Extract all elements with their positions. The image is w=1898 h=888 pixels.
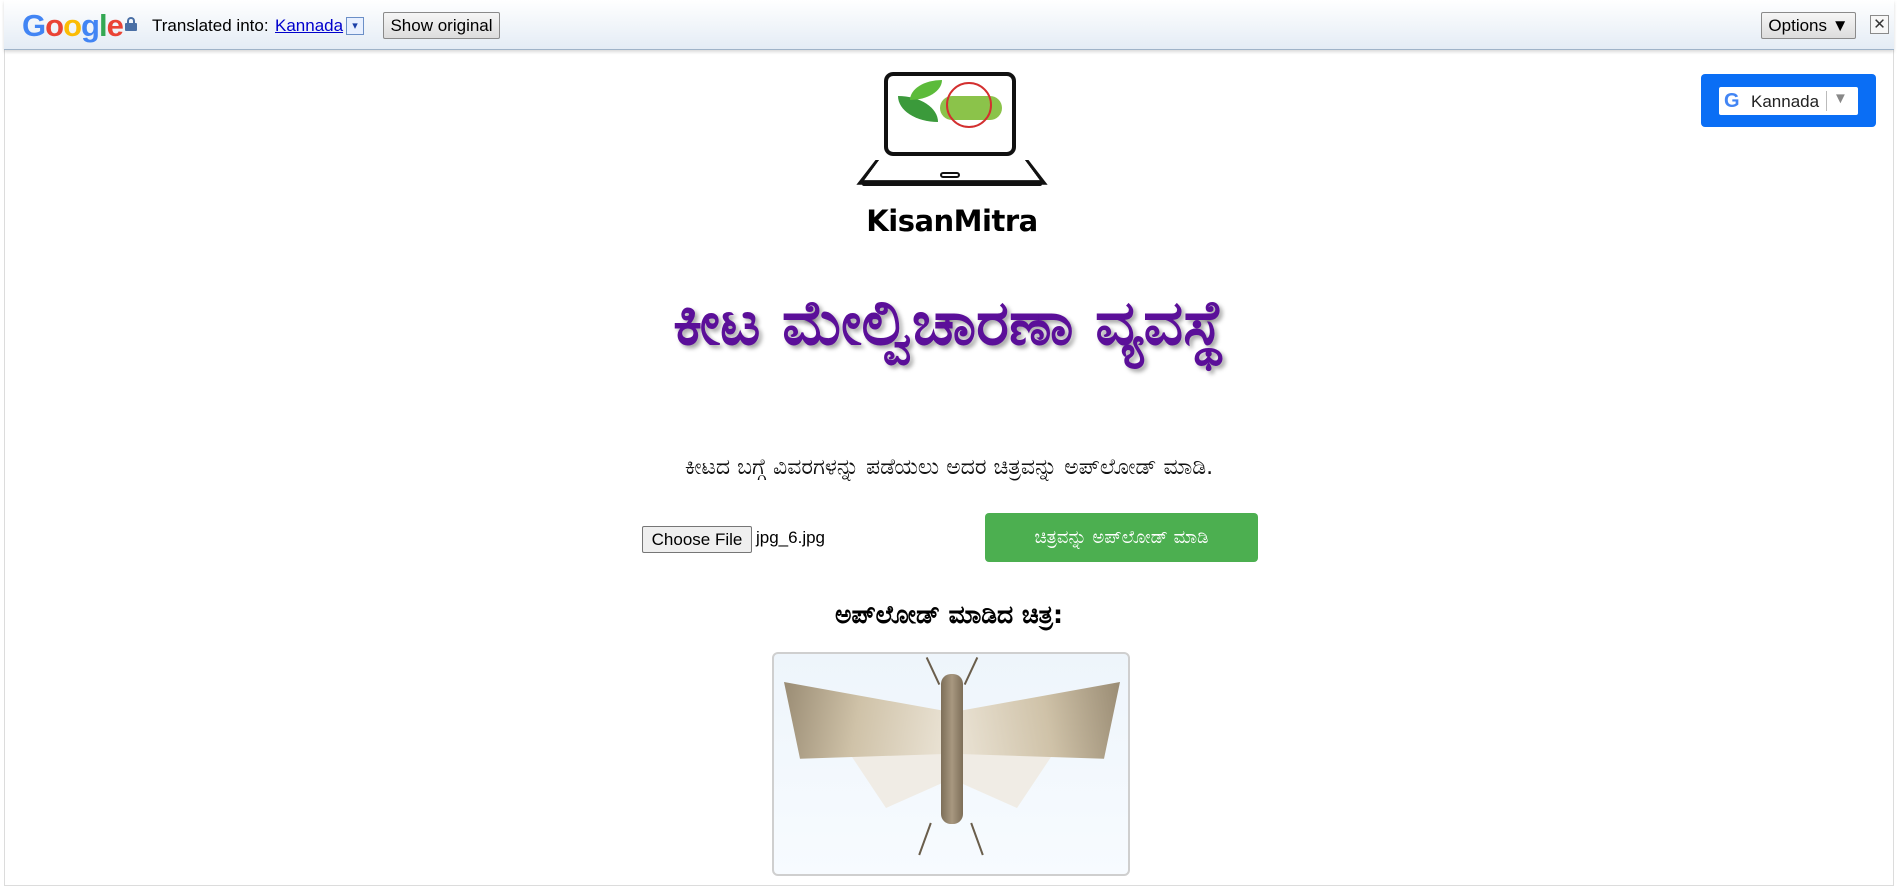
options-button[interactable]: Options ▼ xyxy=(1761,12,1856,39)
uploaded-image xyxy=(772,652,1130,876)
lock-icon xyxy=(125,17,137,31)
google-logo: Google xyxy=(22,8,124,43)
google-g-icon: G xyxy=(1724,90,1740,112)
moth-leg xyxy=(970,822,984,856)
leaf-icon xyxy=(910,80,942,100)
language-dropdown-icon[interactable]: ▾ xyxy=(346,17,364,35)
leaf-icon xyxy=(898,96,938,122)
selected-file-name: jpg_6.jpg xyxy=(756,528,826,547)
translate-bar: Google Translated into: Kannada ▾ Show o… xyxy=(4,0,1894,50)
language-select[interactable]: G Kannada ▼ xyxy=(1719,87,1858,115)
moth-antenna xyxy=(925,656,941,686)
uploaded-image-heading: ಅಪ್‌ಲೋಡ್ ಮಾಡಿದ ಚಿತ್ರ: xyxy=(835,600,1063,629)
laptop-trackpad xyxy=(940,172,960,178)
site-logo: KisanMitra xyxy=(856,68,1048,240)
target-language-link[interactable]: Kannada xyxy=(275,16,343,36)
page-title: ಕೀಟ ಮೇಲ್ವಿಚಾರಣಾ ವ್ಯವಸ್ಥೆ xyxy=(673,286,1225,359)
language-select-value: Kannada xyxy=(1751,92,1820,111)
laptop-base-edge xyxy=(862,182,1042,186)
translated-into-label: Translated into: xyxy=(152,16,269,35)
moth-leg xyxy=(918,822,932,856)
show-original-button[interactable]: Show original xyxy=(383,12,500,39)
moth-body xyxy=(941,674,963,824)
chevron-down-icon[interactable]: ▼ xyxy=(1833,90,1848,107)
language-selector-widget: G Kannada ▼ xyxy=(1701,74,1876,127)
choose-file-button[interactable]: Choose File xyxy=(642,526,752,553)
close-icon[interactable]: ✕ xyxy=(1870,15,1889,34)
select-divider xyxy=(1826,91,1827,111)
moth-antenna xyxy=(963,656,979,686)
page-subtitle: ಕೀಟದ ಬಗ್ಗೆ ವಿವರಗಳನ್ನು ಪಡೆಯಲು ಅದರ ಚಿತ್ರವನ… xyxy=(684,455,1214,480)
brand-name: KisanMitra xyxy=(866,204,1038,238)
laptop-icon xyxy=(884,72,1016,156)
upload-image-button[interactable]: ಚಿತ್ರವನ್ನು ಅಪ್‌ಲೋಡ್ ಮಾಡಿ xyxy=(985,513,1258,562)
no-pest-icon xyxy=(946,82,992,128)
